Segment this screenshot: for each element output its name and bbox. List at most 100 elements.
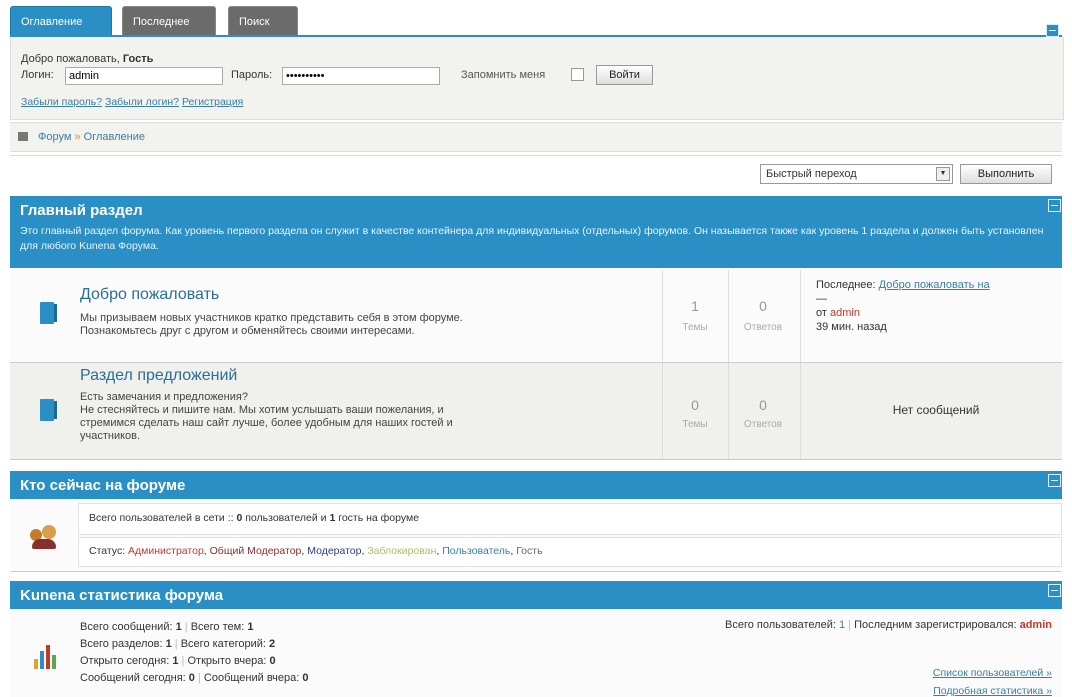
last-post-user[interactable]: admin <box>830 307 860 319</box>
welcome-text: Добро пожаловать, <box>21 53 120 65</box>
breadcrumb-separator: » <box>74 131 81 143</box>
stat-value: 2 <box>269 638 276 650</box>
forum-description: Мы призываем новых участников кратко пре… <box>80 312 463 338</box>
role-guest: Гость <box>516 545 543 557</box>
forum-row: Раздел предложений Есть замечания и пред… <box>10 363 1062 460</box>
stat-value: 0 <box>269 655 276 667</box>
last-post-info: Последнее: Добро пожаловать на — от admi… <box>816 278 1058 334</box>
tab-search[interactable]: Поиск <box>228 6 298 35</box>
last-registered-user[interactable]: admin <box>1020 619 1052 631</box>
remember-label: Запомнить меня <box>461 69 546 81</box>
stat-label: Последним зарегистрировался: <box>854 619 1017 631</box>
stats-left: Всего сообщений: 1 | Всего тем: 1 Всего … <box>80 621 309 684</box>
forum-title-link[interactable]: Раздел предложений <box>80 367 237 385</box>
detailed-stats-link[interactable]: Подробная статистика » <box>933 685 1052 697</box>
forum-desc-line: Познакомьтесь друг с другом и обменяйтес… <box>80 325 415 337</box>
online-summary: Всего пользователей в сети :: 0 пользова… <box>89 512 419 524</box>
collapse-icon[interactable] <box>1048 199 1061 212</box>
role-banned: Заблокирован <box>367 545 437 557</box>
stat-label: Всего категорий: <box>180 638 266 650</box>
role-administrator: Администратор <box>128 545 204 557</box>
breadcrumb: Форум » Оглавление <box>10 122 1062 152</box>
topics-count: 1 <box>691 298 699 314</box>
stat-label: Всего сообщений: <box>80 621 173 633</box>
no-posts-text: Нет сообщений <box>892 403 980 417</box>
topics-count: 0 <box>691 397 699 413</box>
breadcrumb-items: Форум » Оглавление <box>38 131 145 143</box>
online-total-prefix: Всего пользователей в сети :: <box>89 512 234 524</box>
online-section-header: Кто сейчас на форуме <box>10 471 1062 499</box>
replies-count: 0 <box>759 298 767 314</box>
main-section-description: Это главный раздел форума. Как уровень п… <box>20 225 1044 252</box>
stat-label: Открыто вчера: <box>187 655 267 667</box>
online-legend-box: Статус: Администратор, Общий Модератор, … <box>78 537 1062 567</box>
forum-desc-line: стремимся сделать наш сайт лучше, более … <box>80 417 453 429</box>
forgot-login-link[interactable]: Забыли логин? <box>105 96 179 108</box>
divider <box>800 270 801 362</box>
last-post-dash: — <box>816 293 827 305</box>
chart-icon <box>34 643 58 669</box>
replies-count: 0 <box>759 397 767 413</box>
login-panel: Добро пожаловать, Гость Логин: Пароль: З… <box>10 37 1064 120</box>
login-input[interactable] <box>65 67 223 85</box>
forum-desc-line: Не стесняйтесь и пишите нам. Мы хотим ус… <box>80 404 444 416</box>
role-global-moderator: Общий Модератор <box>209 545 302 557</box>
remember-checkbox[interactable] <box>571 68 584 81</box>
stats-right: Всего пользователей: 1 | Последним зарег… <box>725 619 1052 631</box>
collapse-icon[interactable] <box>1048 584 1061 597</box>
quick-jump-value: Быстрый переход <box>766 168 857 180</box>
online-section-title: Кто сейчас на форуме <box>20 477 186 494</box>
topics-label: Темы <box>682 419 708 430</box>
quick-jump-select[interactable]: Быстрый переход ▼ <box>760 164 953 184</box>
last-post-by: от <box>816 307 827 319</box>
home-icon <box>18 132 28 141</box>
stat-label: Всего разделов: <box>80 638 163 650</box>
welcome-line: Добро пожаловать, Гость <box>21 53 153 65</box>
last-post-prefix: Последнее: <box>816 279 876 291</box>
forgot-password-link[interactable]: Забыли пароль? <box>21 96 102 108</box>
breadcrumb-current[interactable]: Оглавление <box>84 131 145 143</box>
chevron-down-icon: ▼ <box>936 167 950 181</box>
last-post-link[interactable]: Добро пожаловать на <box>879 279 990 291</box>
quick-jump-bar: Быстрый переход ▼ Выполнить <box>10 155 1062 190</box>
breadcrumb-forum-link[interactable]: Форум <box>38 131 71 143</box>
stats-row: Всего сообщений: 1 | Всего тем: 1 Всего … <box>10 609 1062 697</box>
divider <box>800 363 801 459</box>
quick-jump-button[interactable]: Выполнить <box>960 164 1052 184</box>
online-guests-text: гость на форуме <box>338 512 420 524</box>
user-list-link[interactable]: Список пользователей » <box>933 667 1052 679</box>
guest-name: Гость <box>122 53 154 65</box>
replies-label: Ответов <box>743 419 783 430</box>
collapse-icon[interactable] <box>1046 24 1059 37</box>
forum-description: Есть замечания и предложения? Не стесняй… <box>80 391 453 443</box>
stats-section-title: Kunena статистика форума <box>20 587 224 604</box>
register-link[interactable]: Регистрация <box>182 96 243 108</box>
forum-icon <box>40 302 57 324</box>
collapse-icon[interactable] <box>1048 474 1061 487</box>
online-users-text: пользователей и <box>245 512 327 524</box>
tab-recent[interactable]: Последнее <box>122 6 216 35</box>
main-section-title[interactable]: Главный раздел <box>20 202 143 219</box>
divider <box>728 270 729 362</box>
divider <box>662 270 663 362</box>
stat-value[interactable]: 1 <box>839 619 845 631</box>
topics-label: Темы <box>682 322 708 333</box>
stat-label: Всего тем: <box>190 621 245 633</box>
online-guests-count: 1 <box>329 512 336 524</box>
stat-value: 1 <box>172 655 179 667</box>
role-moderator: Модератор <box>307 545 362 557</box>
login-button[interactable]: Войти <box>596 65 653 85</box>
stat-label: Всего пользователей: <box>725 619 836 631</box>
stats-section-header: Kunena статистика форума <box>10 581 1062 609</box>
online-summary-box: Всего пользователей в сети :: 0 пользова… <box>78 503 1062 535</box>
tab-contents[interactable]: Оглавление <box>10 6 112 35</box>
forum-row: Добро пожаловать Мы призываем новых учас… <box>10 270 1062 363</box>
last-post-time: 39 мин. назад <box>816 321 887 333</box>
forum-title-link[interactable]: Добро пожаловать <box>80 286 219 304</box>
stat-label: Сообщений вчера: <box>203 672 300 684</box>
password-input[interactable] <box>282 67 440 85</box>
forum-desc-line: Мы призываем новых участников кратко пре… <box>80 312 463 324</box>
divider <box>662 363 663 459</box>
stat-label: Открыто сегодня: <box>80 655 170 667</box>
stat-value: 0 <box>302 672 309 684</box>
